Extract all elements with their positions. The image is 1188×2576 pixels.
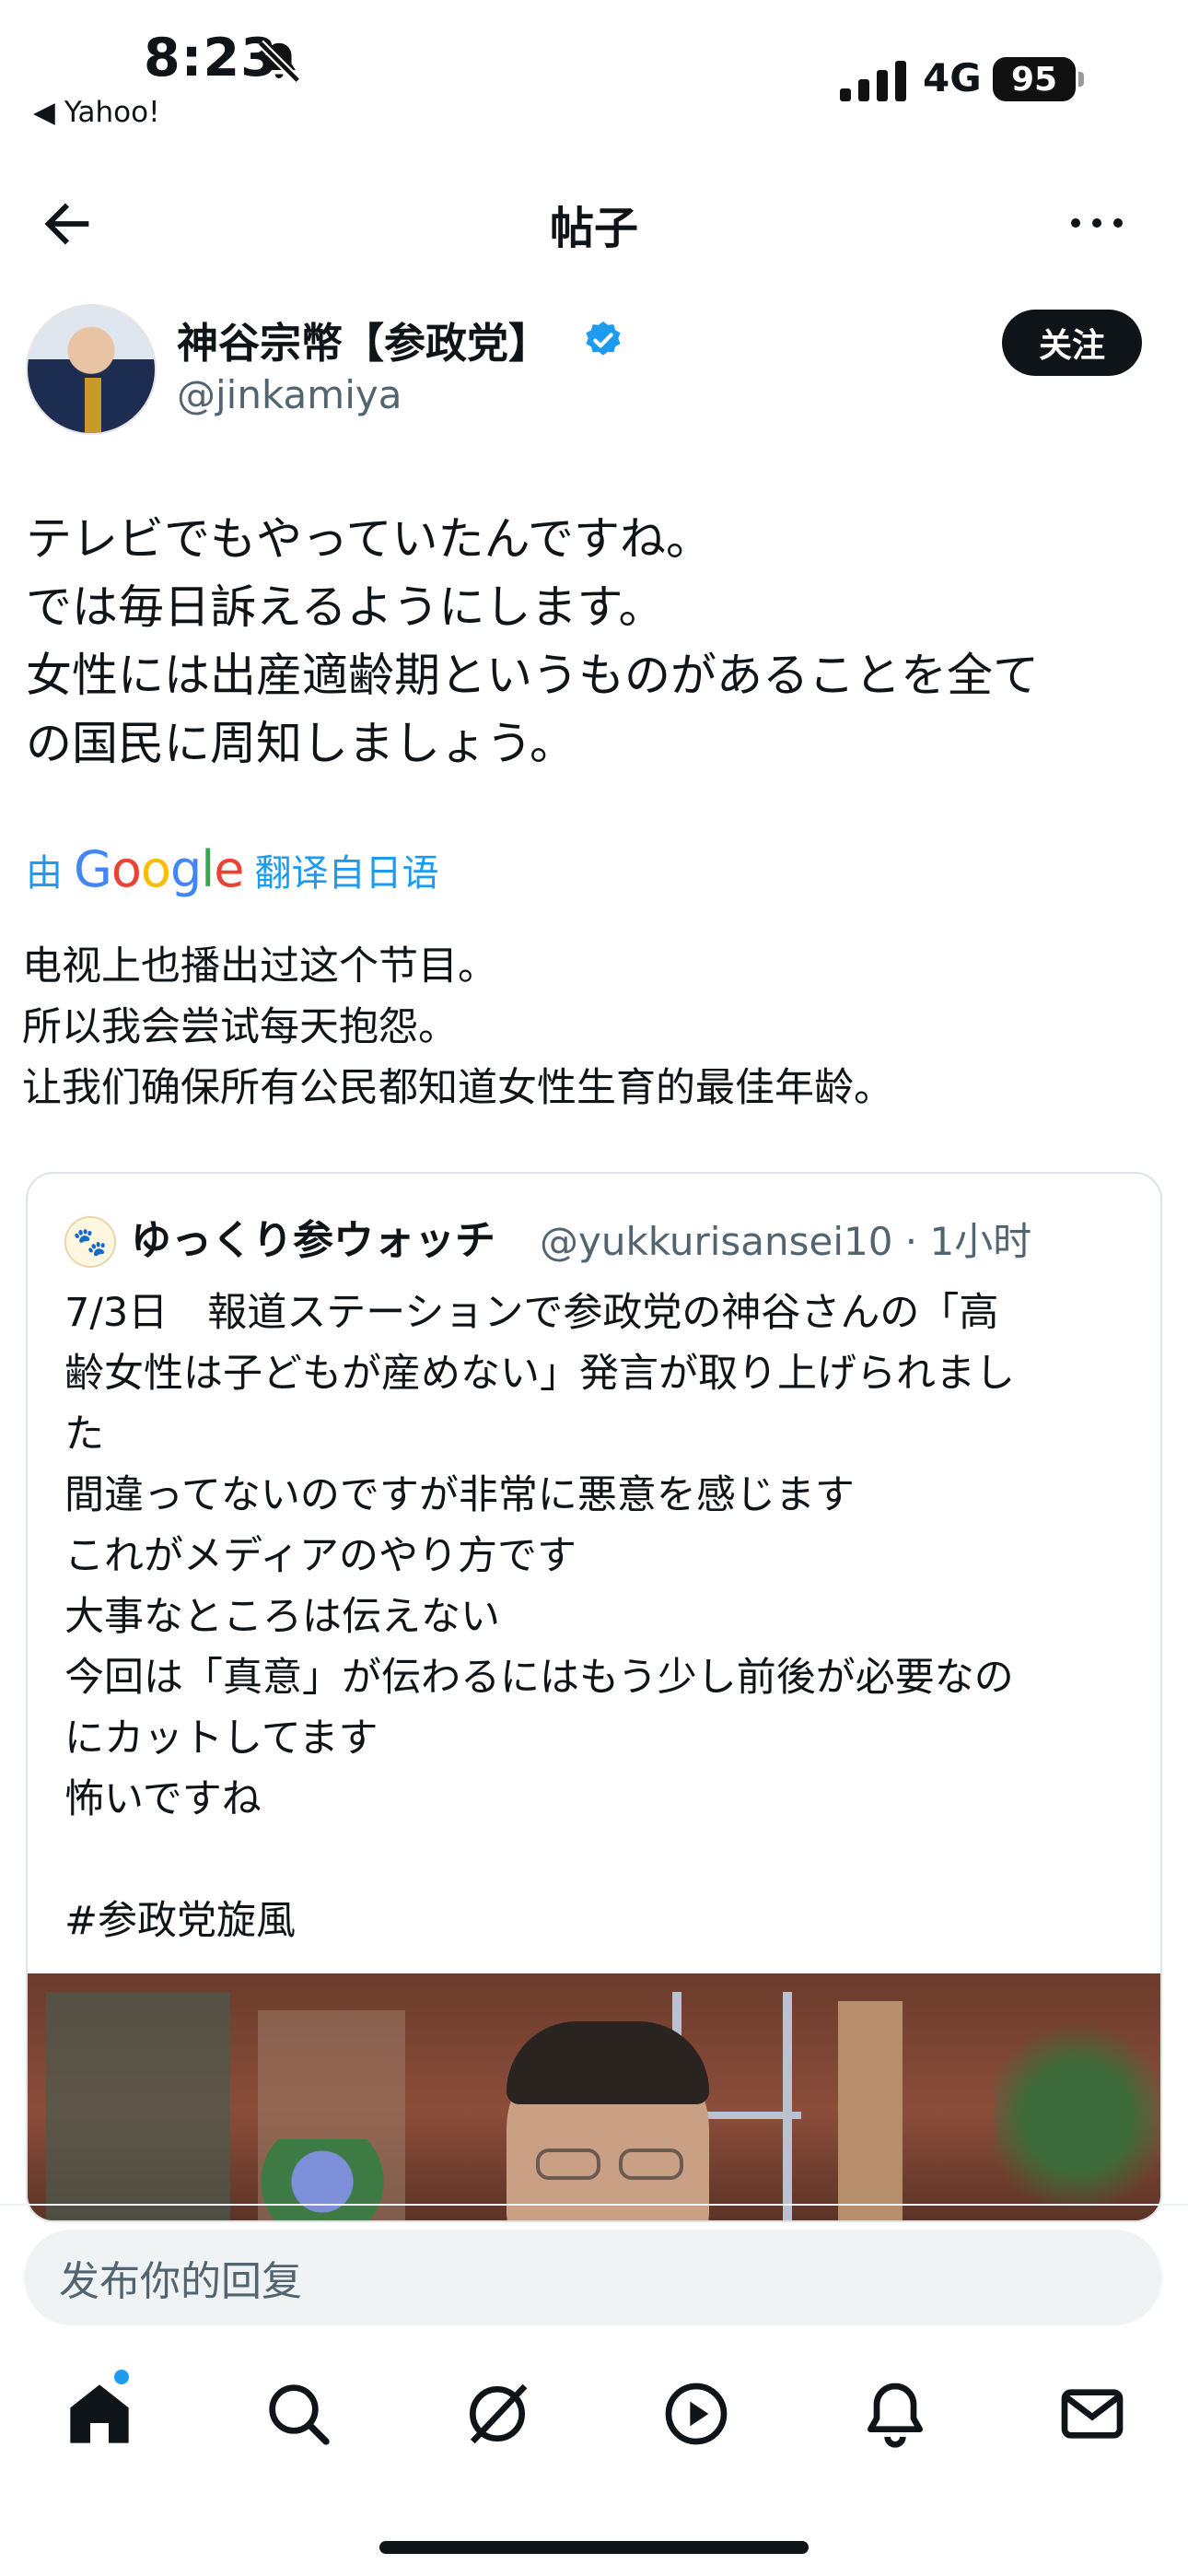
search-icon[interactable]	[262, 2377, 335, 2451]
home-icon[interactable]	[63, 2377, 136, 2451]
more-options-icon[interactable]	[1065, 205, 1129, 241]
tweet-line: 女性には出産適齢期というものがあることを全て	[26, 649, 1039, 702]
tweet-text: テレビでもやっていたんですね。 では毎日訴えるようにします。 女性には出産適齢期…	[26, 505, 1168, 778]
reply-input[interactable]: 发布你的回复	[24, 2230, 1162, 2325]
page-title: 帖子	[549, 203, 638, 254]
messages-icon[interactable]	[1055, 2377, 1129, 2451]
quote-line: 大事なところは伝えない	[64, 1594, 500, 1640]
quote-line: これがメディアのやり方です	[64, 1533, 577, 1579]
back-to-app-link[interactable]: ◀ Yahoo!	[33, 96, 160, 129]
author-handle[interactable]: @jinkamiya	[177, 372, 402, 417]
back-app-label: Yahoo!	[64, 96, 160, 129]
quoted-author-avatar: 🐾	[64, 1216, 116, 1268]
translated-line: 电视上也播出过这个节目。	[22, 943, 497, 989]
quote-line: 間違ってないのですが非常に悪意を感じます	[64, 1472, 855, 1518]
quoted-author-meta: @yukkurisansei10 · 1小时	[540, 1219, 1032, 1264]
quoted-tweet-text: 7/3日 報道ステーションで参政党の神谷さんの「高 齢女性は子どもが産めない」発…	[64, 1282, 1142, 1951]
quote-hashtag[interactable]: #参政党旋風	[64, 1891, 1142, 1951]
tweet-line: では毎日訴えるようにします。	[26, 580, 665, 634]
quote-line: 怖いですね	[64, 1776, 262, 1822]
quote-line: にカットしてます	[64, 1715, 379, 1762]
home-indicator	[379, 2541, 809, 2554]
translated-by-label: 由	[26, 851, 63, 895]
video-icon[interactable]	[659, 2377, 733, 2451]
cellular-signal-icon	[840, 61, 906, 101]
quote-line	[64, 1830, 1142, 1891]
home-unread-dot	[114, 2370, 129, 2384]
battery-level: 95	[993, 57, 1076, 101]
author-avatar[interactable]	[26, 304, 157, 435]
tweet-line: の国民に周知しましょう。	[26, 717, 576, 770]
tweet-line: テレビでもやっていたんですね。	[26, 512, 712, 566]
quoted-author-name: ゆっくり参ウォッチ	[131, 1217, 495, 1264]
reply-divider	[0, 2204, 1188, 2206]
network-type: 4G	[923, 55, 982, 100]
quoted-media-image[interactable]	[28, 1973, 1160, 2220]
quote-line: 齢女性は子どもが産めない」発言が取り上げられまし	[64, 1351, 1015, 1397]
translated-line: 所以我会尝试每天抱怨。	[22, 1004, 458, 1050]
quote-line: 今回は「真意」が伝わるにはもう少し前後が必要なの	[64, 1655, 1014, 1701]
translated-from-label: 翻译自日语	[254, 851, 439, 895]
quoted-tweet-card[interactable]: 🐾 ゆっくり参ウォッチ @yukkurisansei10 · 1小时 7/3日 …	[26, 1172, 1162, 2222]
grok-icon[interactable]	[460, 2377, 534, 2451]
translated-text: 电视上也播出过这个节目。 所以我会尝试每天抱怨。 让我们确保所有公民都知道女性生…	[22, 936, 1164, 1118]
google-logo: Google	[74, 840, 244, 898]
quote-line: た	[64, 1411, 104, 1458]
verified-badge-icon	[586, 321, 621, 356]
notifications-icon[interactable]	[858, 2377, 932, 2451]
author-name[interactable]: 神谷宗幣【参政党】	[177, 310, 550, 369]
follow-button[interactable]: 关注	[1002, 310, 1142, 376]
battery-icon: 95	[993, 57, 1085, 101]
translated-line: 让我们确保所有公民都知道女性生育的最佳年龄。	[22, 1065, 893, 1111]
quote-line: 7/3日 報道ステーションで参政党の神谷さんの「高	[64, 1290, 999, 1336]
translation-attribution[interactable]: 由 Google 翻译自日语	[26, 840, 438, 898]
bell-off-icon	[257, 40, 301, 84]
back-triangle-icon: ◀	[33, 96, 55, 129]
